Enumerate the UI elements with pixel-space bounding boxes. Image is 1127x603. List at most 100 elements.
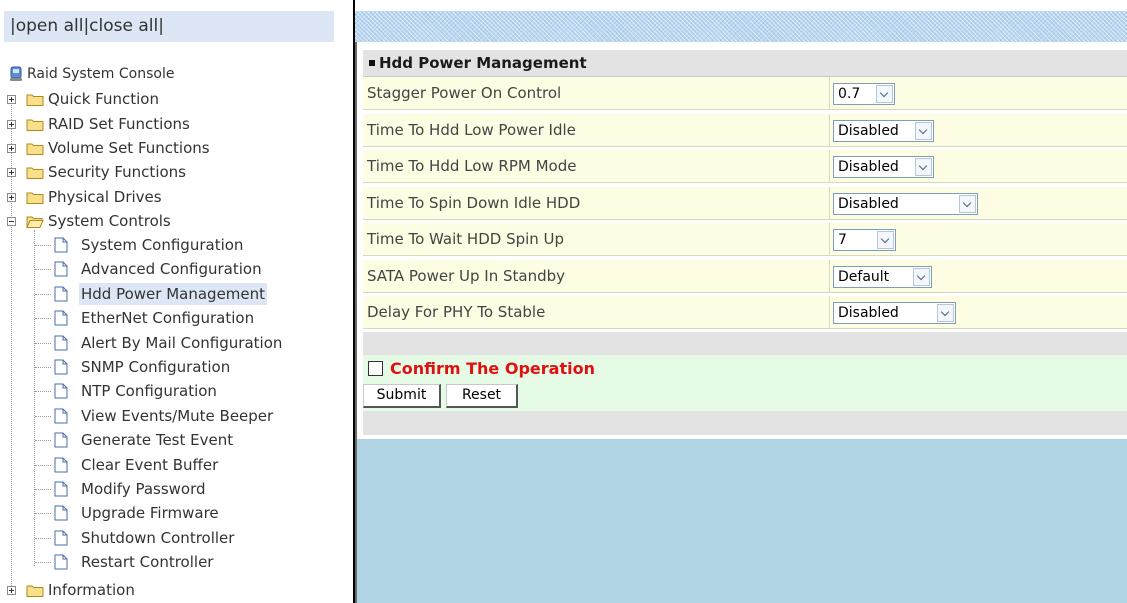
expand-icon[interactable] (7, 144, 16, 153)
button-row: Submit Reset (363, 381, 1127, 411)
page-icon (54, 530, 68, 546)
tree-item-label: Restart Controller (81, 553, 214, 571)
tree-item-label: Shutdown Controller (81, 529, 235, 547)
column-separator (829, 150, 830, 182)
tree-folder-label: Security Functions (48, 163, 186, 181)
chevron-down-icon[interactable] (876, 85, 893, 103)
tree-folder-system-controls[interactable]: System Controls (7, 210, 337, 232)
chevron-down-icon[interactable] (937, 304, 954, 322)
tree-connector-branch (35, 562, 51, 563)
form-header: Hdd Power Management (363, 50, 1127, 77)
expand-icon[interactable] (7, 193, 16, 202)
tree-item[interactable]: Upgrade Firmware (35, 502, 335, 524)
open-folder-icon (26, 216, 44, 228)
page-icon (54, 310, 68, 326)
setting-label: Time To Hdd Low Power Idle (367, 120, 576, 139)
chevron-down-icon[interactable] (915, 121, 932, 140)
submit-button[interactable]: Submit (363, 384, 441, 408)
tree-item[interactable]: Modify Password (35, 478, 335, 500)
reset-button[interactable]: Reset (446, 384, 518, 408)
tree-item[interactable]: EtherNet Configuration (35, 307, 335, 329)
frame-divider[interactable] (345, 0, 355, 603)
expand-icon[interactable] (7, 168, 16, 177)
tree-connector-branch (35, 343, 51, 344)
tree-connector-branch (35, 465, 51, 466)
tree-item[interactable]: Hdd Power Management (35, 283, 335, 305)
tree-root-label: Raid System Console (27, 66, 175, 82)
tree-connector-branch (35, 269, 51, 270)
folder-icon (26, 192, 44, 204)
expand-icon[interactable] (7, 95, 16, 104)
tree-item[interactable]: Advanced Configuration (35, 258, 335, 280)
setting-value: Disabled (838, 305, 899, 321)
chevron-down-icon[interactable] (959, 194, 976, 213)
footer-band (363, 411, 1127, 435)
tree-folder-label: RAID Set Functions (48, 115, 190, 133)
separator-band (363, 332, 1127, 355)
tree-item[interactable]: SNMP Configuration (35, 356, 335, 378)
column-separator (829, 259, 830, 292)
tree-folder-volume-set-functions[interactable]: Volume Set Functions (7, 137, 337, 159)
tree-item[interactable]: Restart Controller (35, 551, 335, 573)
tree-folder-physical-drives[interactable]: Physical Drives (7, 186, 337, 208)
chevron-down-icon[interactable] (913, 267, 930, 286)
expand-icon[interactable] (7, 586, 16, 595)
tree-item[interactable]: NTP Configuration (35, 380, 335, 402)
tree-item[interactable]: Alert By Mail Configuration (35, 332, 335, 354)
setting-select[interactable]: Disabled (833, 192, 978, 215)
form-panel: Hdd Power Management Stagger Power On Co… (355, 42, 1127, 439)
tree-item-label: Alert By Mail Configuration (81, 334, 283, 352)
setting-label: Stagger Power On Control (367, 84, 562, 102)
chevron-down-icon[interactable] (915, 158, 932, 176)
open-all-link[interactable]: open all (16, 16, 84, 36)
folder-icon (26, 94, 44, 106)
tree-folder-label: Information (48, 581, 135, 599)
setting-select[interactable]: Default (833, 265, 932, 288)
close-all-link[interactable]: close all (89, 16, 158, 36)
setting-select[interactable]: Disabled (833, 302, 956, 324)
top-pattern-strip (355, 11, 1127, 42)
setting-select[interactable]: 0.7 (833, 83, 895, 105)
column-separator (829, 186, 830, 219)
tree-folder-information[interactable]: Information (7, 579, 337, 601)
setting-select[interactable]: 7 (833, 229, 896, 251)
tree-item-label: NTP Configuration (81, 382, 217, 400)
confirm-checkbox[interactable] (368, 361, 383, 376)
setting-label: SATA Power Up In Standby (367, 266, 566, 285)
setting-row: Delay For PHY To Stable Disabled (363, 296, 1127, 329)
setting-value: 0.7 (838, 86, 861, 102)
tree-connector-branch (35, 367, 51, 368)
setting-value: Disabled (838, 195, 899, 212)
content-pane: Hdd Power Management Stagger Power On Co… (355, 0, 1127, 603)
tree-item[interactable]: View Events/Mute Beeper (35, 405, 335, 427)
collapse-icon[interactable] (7, 217, 16, 226)
tree-folder-quick-function[interactable]: Quick Function (7, 88, 337, 110)
expand-icon[interactable] (7, 120, 16, 129)
setting-value: Disabled (838, 122, 899, 139)
page-icon (54, 335, 68, 351)
column-separator (829, 113, 830, 146)
setting-select[interactable]: Disabled (833, 119, 934, 142)
page-icon (54, 554, 68, 570)
tree-connector-branch (35, 416, 51, 417)
tree-folder-label: System Controls (48, 212, 171, 230)
column-separator (829, 296, 830, 328)
tree-item[interactable]: Clear Event Buffer (35, 454, 335, 476)
form-title: Hdd Power Management (379, 54, 587, 72)
tree-connector-branch (35, 391, 51, 392)
open-close-all-bar: |open all|close all| (4, 11, 334, 42)
tree-connector-branch (35, 538, 51, 539)
setting-row: Stagger Power On Control 0.7 (363, 77, 1127, 110)
tree-folder-raid-set-functions[interactable]: RAID Set Functions (7, 113, 337, 135)
bullet-icon (369, 59, 375, 66)
tree-item[interactable]: Shutdown Controller (35, 527, 335, 549)
tree-connector-branch (35, 513, 51, 514)
empty-content-area (355, 439, 1127, 603)
page-icon (54, 359, 68, 375)
setting-select[interactable]: Disabled (833, 156, 934, 178)
page-icon (54, 408, 68, 424)
tree-item[interactable]: Generate Test Event (35, 429, 335, 451)
tree-folder-security-functions[interactable]: Security Functions (7, 161, 337, 183)
chevron-down-icon[interactable] (877, 231, 894, 249)
tree-item[interactable]: System Configuration (35, 234, 335, 256)
